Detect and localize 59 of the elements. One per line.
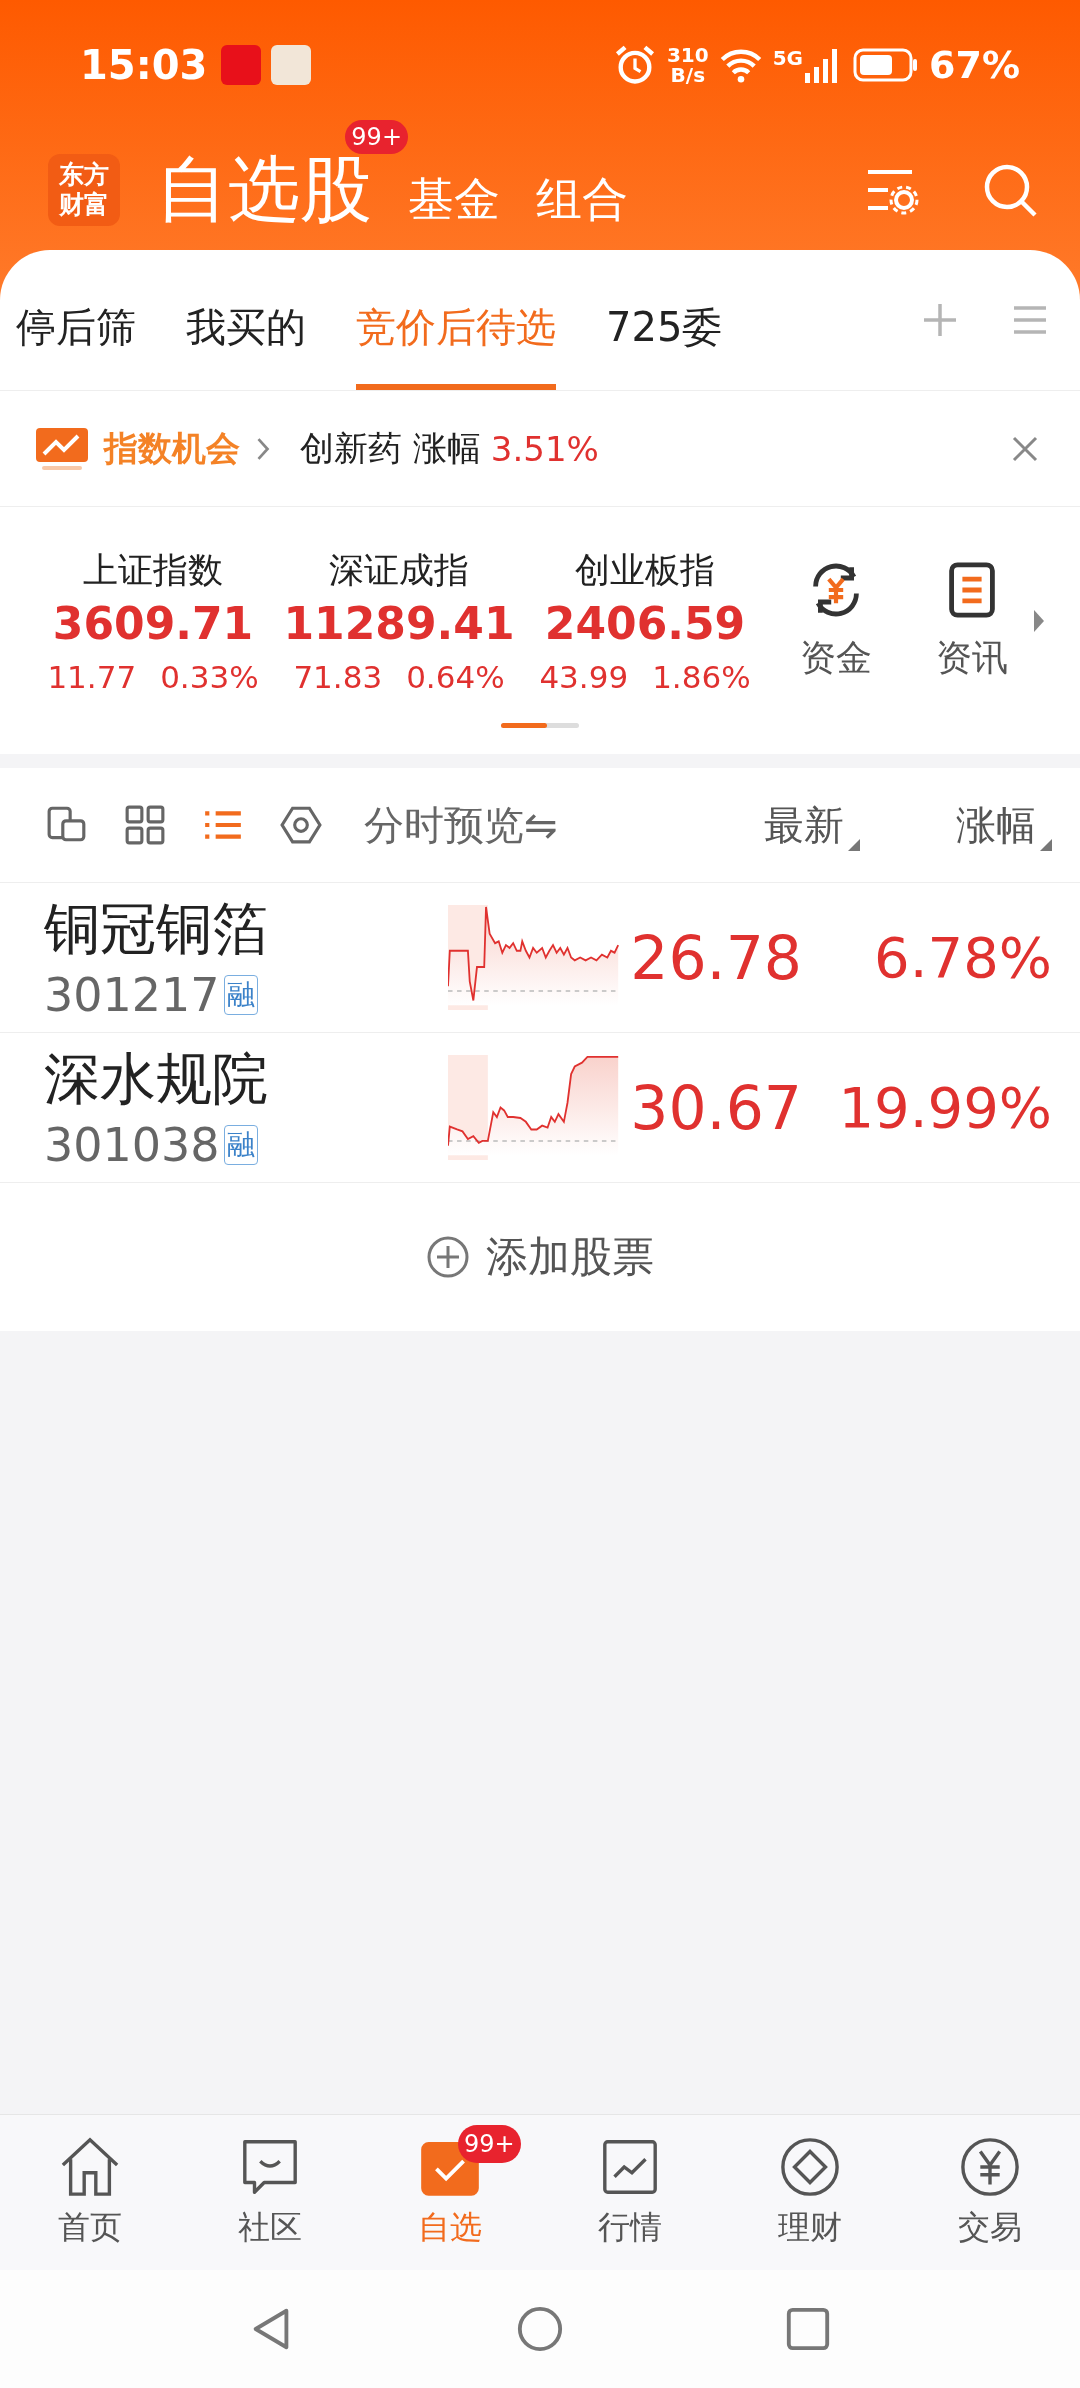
index-change: 71.83	[293, 659, 383, 695]
yuan-icon	[959, 2135, 1021, 2198]
app-notification-icon	[221, 45, 262, 85]
sort-header[interactable]: 涨幅	[956, 797, 1052, 853]
stock-price: 26.78	[630, 922, 802, 993]
nav-tab[interactable]: 自选 99+	[360, 2115, 540, 2270]
nav-tab[interactable]: 行情	[540, 2115, 720, 2270]
stock-code: 301038	[44, 1116, 220, 1174]
index-name: 创业板指	[575, 549, 715, 592]
notification-badge: 99+	[345, 120, 408, 155]
status-time: 15:03	[80, 42, 208, 88]
add-stock-button[interactable]: 添加股票	[0, 1183, 1080, 1331]
add-circle-icon	[426, 1235, 470, 1279]
index-value: 3609.71	[52, 598, 254, 649]
notification-badge: 99+	[458, 2125, 521, 2164]
stock-change: 19.99%	[837, 1075, 1052, 1140]
group-tab[interactable]: 725委	[606, 250, 723, 390]
trend-chart-icon	[34, 425, 90, 472]
nav-tab[interactable]: 理财	[720, 2115, 900, 2270]
network-type: 5G	[772, 46, 804, 70]
battery-icon	[853, 47, 920, 83]
stock-name: 深水规院	[44, 1044, 269, 1113]
column-header[interactable]: 分时预览⇋	[364, 797, 558, 853]
index-change: 11.77	[47, 659, 137, 695]
index-percent: 0.64%	[406, 659, 505, 695]
margin-tag: 融	[223, 974, 258, 1015]
home-icon[interactable]	[516, 2305, 564, 2353]
group-tab[interactable]: 我买的	[186, 250, 306, 390]
shortcut-button[interactable]: 资金	[768, 559, 904, 683]
stock-price: 30.67	[630, 1072, 802, 1143]
index-name: 深证成指	[329, 549, 469, 592]
index-value: 11289.41	[283, 598, 515, 649]
stock-change: 6.78%	[873, 925, 1052, 990]
index-percent: 1.86%	[652, 659, 751, 695]
network-speed: 310 B/s	[666, 45, 709, 85]
sort-icon	[848, 838, 860, 851]
index-name: 上证指数	[83, 549, 223, 592]
recents-icon[interactable]	[784, 2305, 832, 2353]
margin-tag: 融	[223, 1124, 258, 1165]
nav-tab[interactable]: 社区	[180, 2115, 360, 2270]
app-notification-icon	[271, 45, 312, 85]
shortcut-button[interactable]: 资讯	[904, 559, 1040, 683]
nav-tab[interactable]: 首页	[0, 2115, 180, 2270]
group-tab[interactable]: 停后筛	[16, 250, 136, 390]
index-change: 43.99	[539, 659, 629, 695]
view-mode-button[interactable]	[280, 804, 322, 846]
stock-code: 301217	[44, 966, 220, 1024]
banner-value: 3.51%	[490, 428, 599, 469]
battery-percent: 67%	[929, 43, 1020, 87]
stock-name: 铜冠铜箔	[44, 894, 269, 963]
sort-header[interactable]: 最新	[764, 797, 860, 853]
nav-tab[interactable]: 交易	[900, 2115, 1080, 2270]
index-percent: 0.33%	[160, 659, 259, 695]
banner-text: 创新药 涨幅	[300, 426, 481, 470]
sort-icon	[1040, 838, 1052, 851]
app-logo: 东方 财富	[48, 154, 120, 226]
index-value: 2406.59	[544, 598, 746, 649]
view-mode-button[interactable]	[124, 804, 166, 846]
home-icon	[59, 2135, 121, 2198]
